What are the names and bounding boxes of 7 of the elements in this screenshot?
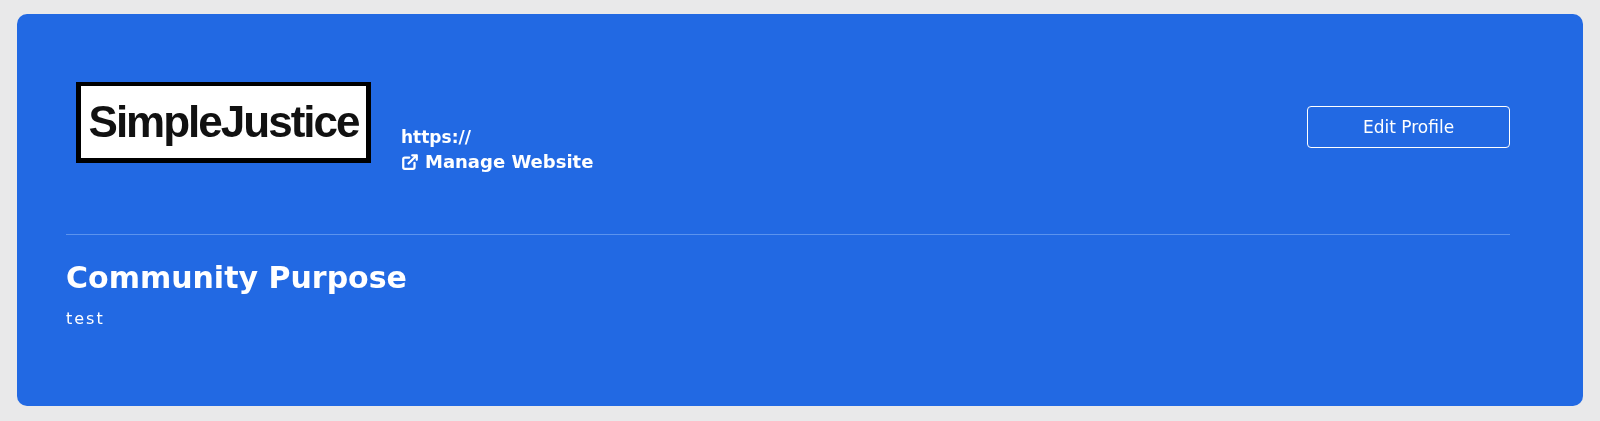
section-title: Community Purpose <box>66 260 408 295</box>
website-url: https:// <box>401 127 472 147</box>
logo: SimpleJustice <box>76 82 371 163</box>
external-link-icon <box>401 152 419 171</box>
purpose-text: test <box>66 309 106 328</box>
edit-profile-button[interactable]: Edit Profile <box>1307 106 1510 148</box>
manage-website-link[interactable]: Manage Website <box>401 151 594 172</box>
